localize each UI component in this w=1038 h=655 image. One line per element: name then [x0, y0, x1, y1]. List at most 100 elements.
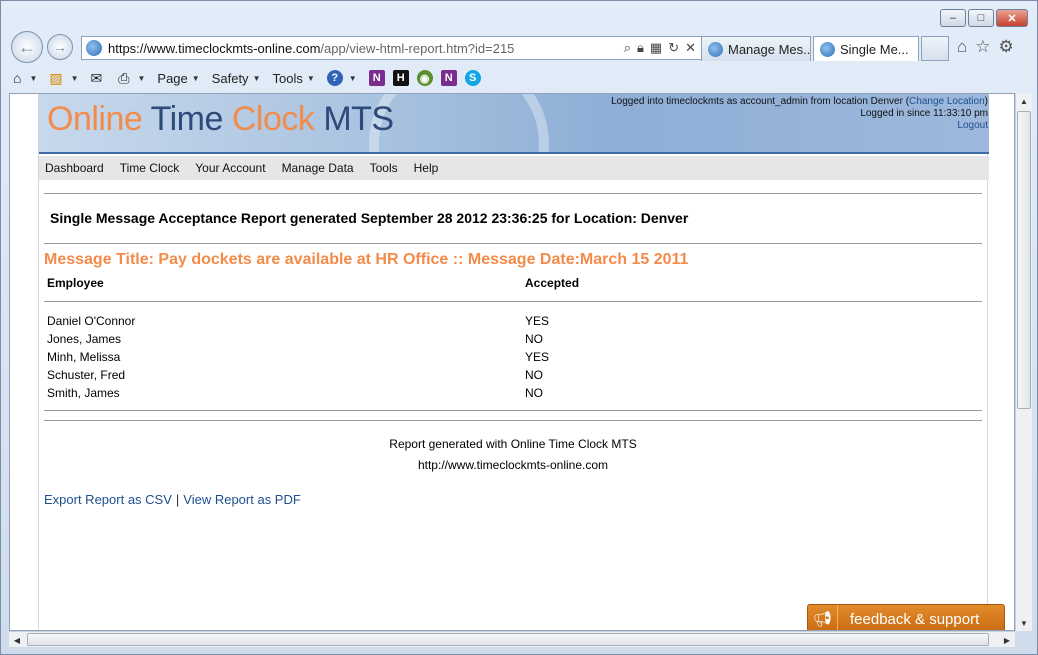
lock-icon[interactable]: 🔒︎: [637, 40, 644, 56]
mail-icon: ✉: [90, 69, 103, 86]
page-viewport: Online Time Clock MTS Logged into timecl…: [9, 93, 1015, 631]
site-logo[interactable]: Online Time Clock MTS: [47, 100, 394, 139]
forward-arrow-icon: →: [53, 39, 67, 55]
help-menu[interactable]: ? ▼: [326, 70, 357, 86]
divider: [44, 410, 982, 411]
vertical-scroll-thumb[interactable]: [1017, 111, 1031, 409]
scroll-left-icon[interactable]: ◀: [9, 632, 25, 648]
safety-menu-label: Safety: [211, 70, 249, 86]
export-csv-link[interactable]: Export Report as CSV: [44, 492, 172, 507]
feedback-label: feedback & support: [850, 610, 980, 628]
onenote-icon[interactable]: N: [368, 70, 385, 86]
window-controls: – □ ✕: [940, 9, 1028, 27]
page-menu[interactable]: Page ▼: [157, 71, 199, 86]
logout-link[interactable]: Logout: [957, 120, 988, 131]
menu-manage-data[interactable]: Manage Data: [282, 161, 354, 175]
close-button[interactable]: ✕: [996, 9, 1028, 27]
divider: [44, 420, 982, 421]
address-url[interactable]: https://www.timeclockmts-online.com/app/…: [108, 41, 514, 56]
url-host: https://www.timeclockmts-online.com: [108, 40, 321, 56]
url-path: /app/view-html-report.htm?id=215: [320, 40, 515, 56]
link-separator: |: [175, 492, 180, 507]
new-tab-button[interactable]: [921, 36, 949, 61]
login-since-text: Logged in since 11:33:10 pm: [860, 108, 988, 119]
gear-icon[interactable]: ⚙: [999, 37, 1014, 57]
horizontal-scrollbar[interactable]: ◀ ▶: [9, 631, 1015, 647]
chevron-down-icon: ▼: [252, 73, 261, 83]
browser-right-icons: ⌂ ☆ ⚙: [957, 37, 1014, 57]
scroll-down-icon[interactable]: ▼: [1016, 615, 1032, 631]
vertical-scrollbar[interactable]: ▲ ▼: [1015, 93, 1032, 631]
tab-favicon-icon: [708, 41, 723, 57]
tab-favicon-icon: [820, 41, 835, 57]
tab-manage-messages[interactable]: Manage Mes...: [701, 36, 811, 61]
menu-help[interactable]: Help: [414, 161, 439, 175]
employee-name: Minh, Melissa: [47, 350, 121, 364]
h-extension-icon[interactable]: H: [392, 70, 409, 86]
menu-tools[interactable]: Tools: [370, 161, 398, 175]
back-button[interactable]: ←: [11, 31, 43, 63]
feedback-support-button[interactable]: 📢︎ feedback & support: [807, 604, 1005, 630]
site-menu-bar: Dashboard Time Clock Your Account Manage…: [39, 156, 989, 180]
menu-dashboard[interactable]: Dashboard: [45, 161, 104, 175]
employee-name: Jones, James: [47, 332, 122, 346]
refresh-icon[interactable]: ↻: [668, 40, 679, 56]
home-menu[interactable]: ⌂ ▼: [13, 70, 37, 86]
mail-button[interactable]: ✉: [91, 70, 107, 87]
feeds-menu[interactable]: ▨ ▼: [49, 70, 78, 87]
maximize-button[interactable]: □: [968, 9, 994, 27]
home-icon: ⌂: [13, 70, 22, 86]
accepted-value: YES: [525, 314, 550, 328]
page-menu-label: Page: [157, 70, 188, 86]
site-favicon-icon: [86, 40, 102, 56]
tools-menu[interactable]: Tools ▼: [272, 71, 314, 86]
divider: [44, 243, 982, 244]
skype-icon[interactable]: S: [464, 70, 481, 86]
back-arrow-icon: ←: [18, 36, 36, 57]
chevron-down-icon: ▼: [348, 73, 357, 83]
horizontal-scroll-thumb[interactable]: [27, 633, 989, 646]
eye-extension-icon[interactable]: ◉: [416, 70, 433, 86]
message-title: Message Title: Pay dockets are available…: [44, 251, 689, 268]
column-header-employee: Employee: [47, 276, 104, 290]
accepted-value: NO: [525, 386, 543, 400]
favorites-star-icon[interactable]: ☆: [975, 37, 990, 57]
chevron-down-icon: ▼: [29, 73, 38, 83]
scroll-up-icon[interactable]: ▲: [1016, 93, 1032, 109]
divider: [44, 193, 982, 194]
logo-clock: Clock: [231, 100, 315, 138]
tools-menu-label: Tools: [272, 70, 303, 86]
menu-time-clock[interactable]: Time Clock: [120, 161, 180, 175]
view-pdf-link[interactable]: View Report as PDF: [183, 492, 301, 507]
forward-button[interactable]: →: [47, 34, 73, 60]
tab-single-message[interactable]: Single Me... ✕: [813, 36, 919, 61]
help-icon: ?: [326, 70, 343, 86]
tab-label: Manage Mes...: [728, 41, 811, 57]
report-title: Single Message Acceptance Report generat…: [50, 210, 689, 226]
chevron-down-icon: ▼: [137, 73, 146, 83]
login-status-text: Logged into timeclockmts as account_admi…: [611, 96, 910, 107]
home-icon[interactable]: ⌂: [957, 37, 967, 57]
safety-menu[interactable]: Safety ▼: [212, 71, 261, 86]
minimize-button[interactable]: –: [940, 9, 966, 27]
report-footer-url: http://www.timeclockmts-online.com: [417, 458, 609, 472]
close-tab-icon[interactable]: ✕: [917, 42, 918, 56]
accepted-value: NO: [525, 332, 543, 346]
search-icon[interactable]: ⌕: [624, 40, 631, 56]
print-menu[interactable]: ⎙ ▼: [118, 70, 145, 87]
stop-icon[interactable]: ✕: [685, 40, 696, 56]
export-links: Export Report as CSV | View Report as PDF: [44, 492, 301, 507]
address-bar-icons: ⌕ 🔒︎ ▦ ↻ ✕: [624, 40, 696, 56]
scroll-right-icon[interactable]: ▶: [999, 632, 1015, 648]
onenote-linked-icon[interactable]: N: [440, 70, 457, 86]
menu-your-account[interactable]: Your Account: [195, 161, 265, 175]
compatibility-icon[interactable]: ▦: [650, 40, 662, 56]
change-location-link[interactable]: Change Location: [909, 96, 985, 107]
browser-window: – □ ✕ ← → https://www.timeclockmts-onlin…: [0, 0, 1038, 655]
employee-name: Daniel O'Connor: [47, 314, 136, 328]
login-status-suffix: ): [984, 96, 988, 107]
logo-mts: MTS: [314, 100, 394, 138]
command-bar: ⌂ ▼ ▨ ▼ ✉ ⎙ ▼ Page ▼ Safety ▼ Tools ▼ ? ▼ N H ◉…: [13, 67, 1023, 89]
megaphone-icon: 📢︎: [808, 605, 838, 630]
address-bar[interactable]: https://www.timeclockmts-online.com/app/…: [81, 36, 703, 60]
